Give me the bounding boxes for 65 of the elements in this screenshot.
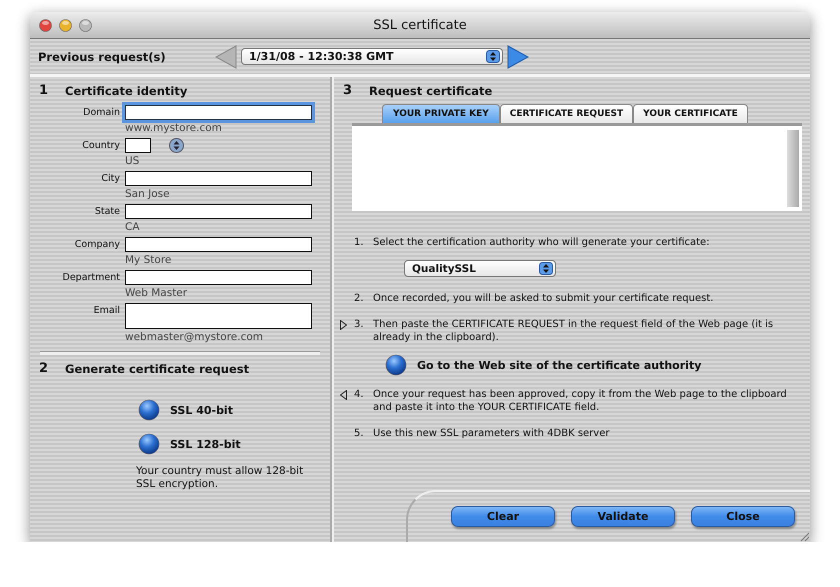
section-number: 3 <box>343 83 354 98</box>
orb-button[interactable] <box>138 399 160 421</box>
input-field[interactable] <box>125 303 312 329</box>
input-field[interactable] <box>125 138 151 153</box>
step-number: 2. <box>354 292 365 305</box>
input-field[interactable] <box>125 171 312 186</box>
field-label: Company <box>74 238 120 252</box>
input-field[interactable] <box>125 204 312 219</box>
stepper-icon <box>486 50 500 63</box>
section-number: 1 <box>39 83 50 98</box>
previous-requests-label: Previous request(s) <box>38 50 167 64</box>
action-label: Go to the Web site of the certificate authority <box>417 358 702 372</box>
stepper-icon[interactable] <box>169 138 184 153</box>
option-label: SSL 128-bit <box>170 438 241 450</box>
hint-text: www.mystore.com <box>125 121 222 136</box>
step-text: Select the certification authority who will generate your certificate: <box>373 236 711 249</box>
step-text: Then paste the CERTIFICATE REQUEST in the request field of the Web page (it is already in the clipboard). <box>373 318 774 344</box>
hint-text: San Jose <box>125 187 170 202</box>
section-title: Request certificate <box>369 84 492 98</box>
text-area[interactable] <box>352 123 802 211</box>
field-label: State <box>94 205 120 219</box>
hint-text: Web Master <box>125 286 188 301</box>
hint-text: US <box>125 154 140 169</box>
section-title: Generate certificate request <box>65 362 250 376</box>
field-label: Country <box>81 139 120 153</box>
date-dropdown[interactable]: 1/31/08 - 12:30:38 GMT <box>241 48 503 65</box>
tab[interactable]: YOUR CERTIFICATE <box>633 104 748 123</box>
field-label: City <box>100 172 120 186</box>
close-button[interactable] <box>39 18 52 32</box>
hint-text: CA <box>125 220 140 235</box>
step-number: 1. <box>354 236 365 249</box>
close-button[interactable]: Close <box>691 506 795 527</box>
stepper-icon <box>539 262 553 275</box>
section-number: 2 <box>39 361 50 376</box>
section-title: Certificate identity <box>65 84 188 98</box>
left-triangle-icon <box>340 390 347 400</box>
step-text: Use this new SSL parameters with 4DBK server <box>373 427 610 440</box>
tab[interactable]: YOUR PRIVATE KEY <box>382 104 500 123</box>
hint-text: My Store <box>125 253 172 268</box>
field-label: Department <box>62 271 120 285</box>
step-number: 3. <box>354 318 365 332</box>
tab[interactable]: CERTIFICATE REQUEST <box>500 104 634 123</box>
validate-button[interactable]: Validate <box>571 506 675 527</box>
step-text: Once recorded, you will be asked to submit your certificate request. <box>373 292 714 305</box>
field-label: Domain <box>82 106 120 120</box>
orb-button[interactable] <box>138 433 160 455</box>
input-field[interactable] <box>125 105 312 120</box>
field-label: Email <box>92 304 120 318</box>
step-text: Once your request has been approved, copy it from the Web page to the clipboard and paste it into the YOUR CERTIFICATE field. <box>373 388 788 414</box>
clear-button[interactable]: Clear <box>451 506 555 527</box>
step-number: 5. <box>354 427 365 440</box>
minimize-button[interactable] <box>59 18 72 32</box>
input-field[interactable] <box>125 270 312 285</box>
next-arrow-button[interactable] <box>507 44 529 68</box>
window-title: SSL certificate <box>373 18 467 32</box>
zoom-button[interactable] <box>79 18 92 32</box>
hint-text: webmaster@mystore.com <box>125 330 264 345</box>
input-field[interactable] <box>125 237 312 252</box>
orb-button[interactable] <box>385 354 407 376</box>
authority-dropdown[interactable]: QualitySSL <box>404 260 556 277</box>
step-number: 4. <box>354 388 365 402</box>
note-text: Your country must allow 128-bit SSL encryption. <box>135 464 304 491</box>
right-triangle-icon <box>340 320 347 330</box>
option-label: SSL 40-bit <box>170 404 233 416</box>
resize-grip-icon[interactable] <box>798 530 810 542</box>
